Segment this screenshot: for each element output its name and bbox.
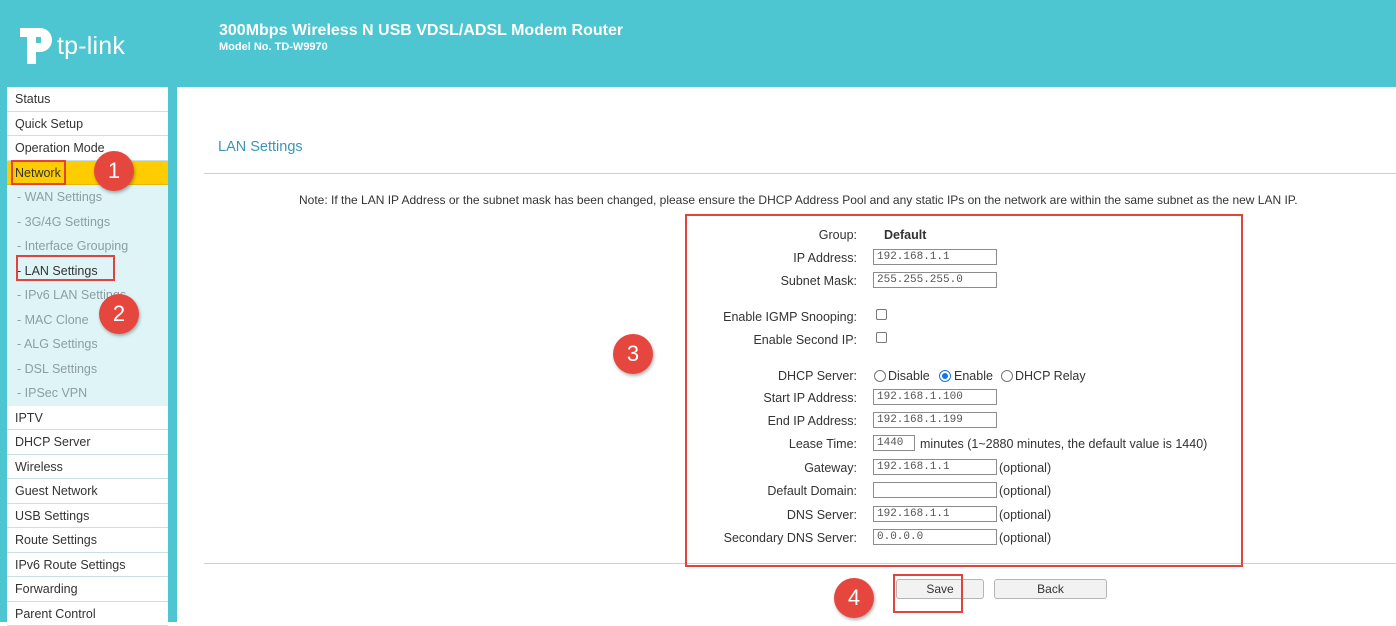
dns-server-optional: (optional) <box>999 508 1051 522</box>
dhcp-server-label: DHCP Server: <box>697 369 857 383</box>
dhcp-relay-label: DHCP Relay <box>1015 369 1086 383</box>
igmp-snooping-label: Enable IGMP Snooping: <box>697 310 857 324</box>
dhcp-enable-label: Enable <box>954 369 993 383</box>
sidebar-item-3g-4g-settings[interactable]: - 3G/4G Settings <box>7 210 168 235</box>
second-ip-label: Enable Second IP: <box>697 333 857 347</box>
annotation-badge-1: 1 <box>94 151 134 191</box>
sidebar-item-usb-settings[interactable]: USB Settings <box>7 504 168 529</box>
gateway-label: Gateway: <box>697 461 857 475</box>
save-button[interactable]: Save <box>896 579 984 599</box>
gateway-optional: (optional) <box>999 461 1051 475</box>
secondary-dns-optional: (optional) <box>999 531 1051 545</box>
lease-time-input[interactable]: 1440 <box>873 435 915 451</box>
product-title: 300Mbps Wireless N USB VDSL/ADSL Modem R… <box>219 22 623 40</box>
end-ip-input[interactable]: 192.168.1.199 <box>873 412 997 428</box>
sidebar-item-guest-network[interactable]: Guest Network <box>7 479 168 504</box>
dhcp-disable-radio[interactable] <box>874 370 886 382</box>
default-domain-optional: (optional) <box>999 484 1051 498</box>
subnet-mask-label: Subnet Mask: <box>697 274 857 288</box>
sidebar-item-quick-setup[interactable]: Quick Setup <box>7 112 168 137</box>
sidebar-item-dsl-settings[interactable]: - DSL Settings <box>7 357 168 382</box>
ip-address-label: IP Address: <box>697 251 857 265</box>
sidebar-item-route-settings[interactable]: Route Settings <box>7 528 168 553</box>
sidebar-item-parent-control[interactable]: Parent Control <box>7 602 168 626</box>
sidebar-item-wan-settings[interactable]: - WAN Settings <box>7 185 168 210</box>
sidebar-menu: StatusQuick SetupOperation ModeNetwork- … <box>7 87 168 626</box>
sidebar-item-dhcp-server[interactable]: DHCP Server <box>7 430 168 455</box>
lease-time-label: Lease Time: <box>697 437 857 451</box>
model-number: Model No. TD-W9970 <box>219 41 328 53</box>
default-domain-label: Default Domain: <box>697 484 857 498</box>
logo-text: tp-link <box>57 32 125 61</box>
dhcp-disable-label: Disable <box>888 369 930 383</box>
sidebar-item-lan-settings[interactable]: - LAN Settings <box>7 259 168 284</box>
group-value: Default <box>884 228 926 242</box>
default-domain-input[interactable] <box>873 482 997 498</box>
sidebar-item-ipv6-lan-settings[interactable]: - IPv6 LAN Settings <box>7 283 168 308</box>
sidebar-item-alg-settings[interactable]: - ALG Settings <box>7 332 168 357</box>
tp-link-logo: tp-link <box>16 22 125 70</box>
back-button[interactable]: Back <box>994 579 1107 599</box>
sidebar-item-forwarding[interactable]: Forwarding <box>7 577 168 602</box>
sidebar-item-status[interactable]: Status <box>7 87 168 112</box>
sidebar-item-operation-mode[interactable]: Operation Mode <box>7 136 168 161</box>
dns-server-label: DNS Server: <box>697 508 857 522</box>
sidebar-item-ipsec-vpn[interactable]: - IPSec VPN <box>7 381 168 406</box>
header-bar: tp-link 300Mbps Wireless N USB VDSL/ADSL… <box>0 0 1396 87</box>
dhcp-enable-radio[interactable] <box>939 370 951 382</box>
sidebar-item-wireless[interactable]: Wireless <box>7 455 168 480</box>
sidebar-item-ipv6-route-settings[interactable]: IPv6 Route Settings <box>7 553 168 578</box>
igmp-snooping-checkbox[interactable] <box>876 309 887 320</box>
sidebar-item-iptv[interactable]: IPTV <box>7 406 168 431</box>
dhcp-relay-radio[interactable] <box>1001 370 1013 382</box>
group-label: Group: <box>697 228 857 242</box>
sidebar-item-interface-grouping[interactable]: - Interface Grouping <box>7 234 168 259</box>
annotation-badge-3: 3 <box>613 334 653 374</box>
annotation-badge-4: 4 <box>834 578 874 618</box>
start-ip-label: Start IP Address: <box>697 391 857 405</box>
annotation-badge-2: 2 <box>99 294 139 334</box>
divider <box>204 173 1396 174</box>
page-title: LAN Settings <box>218 139 303 155</box>
dns-server-input[interactable]: 192.168.1.1 <box>873 506 997 522</box>
ip-address-input[interactable]: 192.168.1.1 <box>873 249 997 265</box>
gateway-input[interactable]: 192.168.1.1 <box>873 459 997 475</box>
lease-time-hint: minutes (1~2880 minutes, the default val… <box>920 437 1207 451</box>
divider-bottom <box>204 563 1396 564</box>
sidebar-item-network[interactable]: Network <box>7 161 168 186</box>
sidebar-item-mac-clone[interactable]: - MAC Clone <box>7 308 168 333</box>
start-ip-input[interactable]: 192.168.1.100 <box>873 389 997 405</box>
sidebar: StatusQuick SetupOperation ModeNetwork- … <box>0 87 177 622</box>
end-ip-label: End IP Address: <box>697 414 857 428</box>
subnet-mask-input[interactable]: 255.255.255.0 <box>873 272 997 288</box>
note-text: Note: If the LAN IP Address or the subne… <box>299 193 1298 207</box>
secondary-dns-label: Secondary DNS Server: <box>697 531 857 545</box>
main-content: LAN Settings Note: If the LAN IP Address… <box>177 87 1396 622</box>
second-ip-checkbox[interactable] <box>876 332 887 343</box>
tp-link-logo-icon <box>16 24 54 68</box>
secondary-dns-input[interactable]: 0.0.0.0 <box>873 529 997 545</box>
